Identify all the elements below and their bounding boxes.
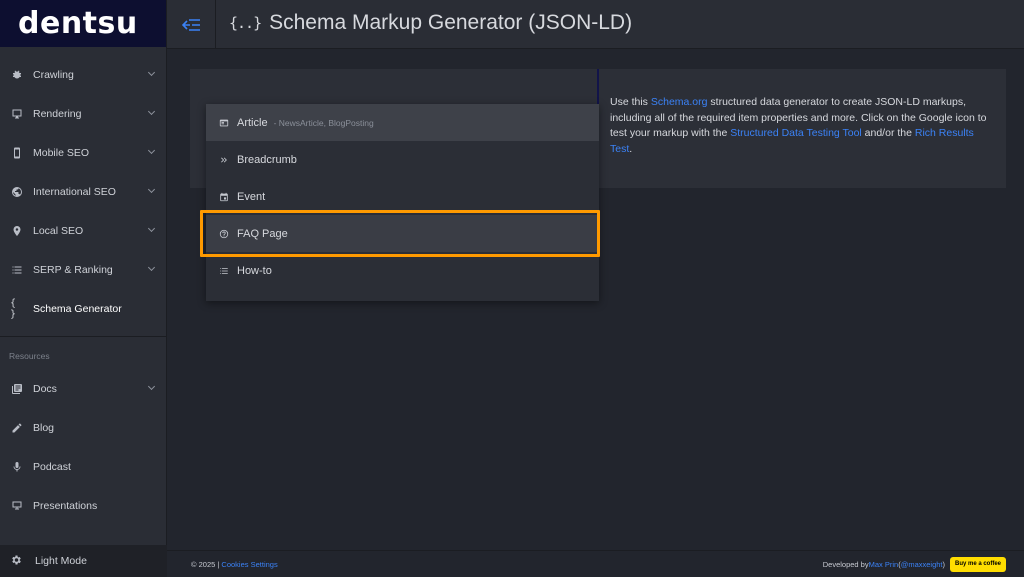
pin-icon — [10, 224, 24, 238]
sidebar-item-label: SERP & Ranking — [33, 263, 113, 276]
cookies-settings-link[interactable]: Cookies Settings — [221, 560, 277, 569]
sidebar-item-podcast[interactable]: Podcast — [0, 447, 166, 486]
question-icon — [218, 228, 230, 240]
page-title-group: {..} Schema Markup Generator (JSON-LD) — [229, 11, 632, 35]
schema-description: Use this Schema.org structured data gene… — [610, 95, 990, 157]
chevron-down-icon — [147, 107, 156, 116]
article-icon — [218, 117, 230, 129]
buy-me-a-coffee-button[interactable]: Buy me a coffee — [950, 556, 1006, 572]
sidebar-item-presentations[interactable]: Presentations — [0, 486, 166, 525]
option-subtitle: - NewsArticle, BlogPosting — [273, 117, 374, 128]
phone-icon — [10, 146, 24, 160]
sidebar-item-docs[interactable]: Docs — [0, 369, 166, 408]
gear-icon — [10, 554, 24, 568]
sidebar-item-label: Local SEO — [33, 224, 84, 237]
bug-icon — [10, 68, 24, 82]
braces-icon: { } — [10, 297, 17, 320]
desc-text: Use this — [610, 96, 651, 108]
option-article[interactable]: Article - NewsArticle, BlogPosting — [206, 104, 599, 141]
chevron-down-icon — [147, 146, 156, 155]
sidebar-item-label: Schema Generator — [33, 302, 122, 315]
docs-icon — [10, 382, 24, 396]
pencil-icon — [10, 421, 24, 435]
logo-text: dentsu — [18, 6, 138, 41]
section-label-resources: Resources — [9, 351, 50, 361]
option-faq-page[interactable]: FAQ Page — [206, 215, 599, 252]
option-label: Breadcrumb — [237, 153, 297, 166]
mic-icon — [10, 460, 24, 474]
paren-text: ) — [942, 559, 946, 569]
dentsu-logo[interactable]: dentsu — [0, 0, 166, 47]
footer-right: Developed by Max Prin (@maxxeight) Buy m… — [822, 556, 1006, 572]
desc-text: and/or the — [861, 127, 915, 139]
chevron-down-icon — [147, 224, 156, 233]
sidebar-item-label: Podcast — [33, 460, 71, 473]
option-label: Event — [237, 190, 266, 203]
sidebar: dentsu Crawling Rendering Mobile SEO Int… — [0, 0, 167, 577]
sidebar-item-label: Crawling — [33, 68, 74, 81]
twitter-handle-link[interactable]: @maxxeight — [901, 560, 943, 569]
structured-data-testing-tool-link[interactable]: Structured Data Testing Tool — [730, 127, 862, 139]
sidebar-item-local-seo[interactable]: Local SEO — [0, 211, 166, 250]
sidebar-item-label: Docs — [33, 382, 57, 395]
page-title: Schema Markup Generator (JSON-LD) — [269, 11, 633, 34]
sidebar-item-international-seo[interactable]: International SEO — [0, 172, 166, 211]
option-label: FAQ Page — [237, 227, 288, 240]
collapse-menu-icon — [182, 18, 200, 31]
presentation-icon — [10, 499, 24, 513]
top-header: {..} Schema Markup Generator (JSON-LD) — [167, 0, 1024, 49]
option-breadcrumb[interactable]: Breadcrumb — [206, 141, 599, 178]
sidebar-item-crawling[interactable]: Crawling — [0, 55, 166, 94]
sidebar-item-serp-ranking[interactable]: SERP & Ranking — [0, 250, 166, 289]
chevron-down-icon — [147, 382, 156, 391]
author-link[interactable]: Max Prin — [869, 560, 899, 569]
globe-icon — [10, 185, 24, 199]
developed-by-text: Developed by — [822, 559, 869, 569]
footer: © 2025 | Cookies Settings Developed by M… — [167, 550, 1024, 577]
sidebar-item-label: Rendering — [33, 107, 82, 120]
sidebar-item-mobile-seo[interactable]: Mobile SEO — [0, 133, 166, 172]
double-chevron-icon — [218, 154, 230, 166]
sidebar-item-label: Blog — [33, 421, 55, 434]
monitor-icon — [10, 107, 24, 121]
option-how-to[interactable]: How-to — [206, 252, 599, 289]
chevron-down-icon — [147, 68, 156, 77]
chevron-down-icon — [147, 263, 156, 272]
desc-text: . — [629, 142, 633, 155]
light-mode-label: Light Mode — [35, 555, 87, 567]
sidebar-item-label: International SEO — [33, 185, 116, 198]
footer-left: © 2025 | Cookies Settings — [191, 560, 278, 569]
schema-type-dropdown: Article - NewsArticle, BlogPosting Bread… — [206, 104, 599, 301]
option-label: How-to — [237, 264, 272, 277]
calendar-icon — [218, 191, 230, 203]
collapse-sidebar-button[interactable] — [167, 0, 216, 49]
copyright-text: © 2025 | — [191, 559, 222, 569]
list-icon — [218, 265, 230, 277]
braces-icon: {..} — [229, 14, 262, 32]
option-label: Article — [237, 116, 268, 129]
coffee-label: Buy me a coffee — [954, 561, 1002, 567]
chevron-down-icon — [147, 185, 156, 194]
schema-org-link[interactable]: Schema.org — [651, 96, 708, 108]
sidebar-item-blog[interactable]: Blog — [0, 408, 166, 447]
sidebar-item-schema-generator[interactable]: { } Schema Generator — [0, 289, 166, 328]
option-event[interactable]: Event — [206, 178, 599, 215]
list-icon — [10, 263, 24, 277]
sidebar-item-label: Presentations — [33, 499, 98, 512]
light-mode-toggle[interactable]: Light Mode — [0, 545, 167, 577]
sidebar-item-label: Mobile SEO — [33, 146, 90, 159]
sidebar-item-rendering[interactable]: Rendering — [0, 94, 166, 133]
